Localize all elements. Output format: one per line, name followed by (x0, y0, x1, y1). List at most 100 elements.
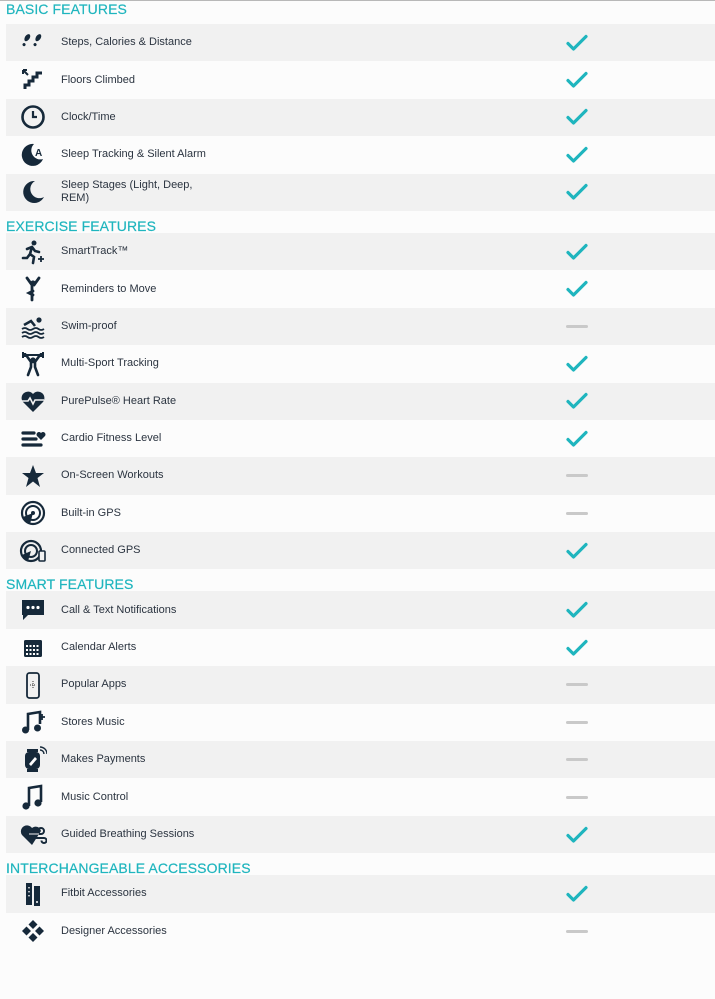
bands-icon (19, 880, 47, 908)
feature-label: Steps, Calories & Distance (61, 36, 192, 49)
feature-row: Call & Text Notifications (6, 591, 715, 629)
feature-row: Floors Climbed (6, 61, 715, 99)
feature-row: Multi-Sport Tracking (6, 345, 715, 383)
checkmark-icon (565, 242, 589, 262)
dash-icon (565, 712, 589, 732)
watch-payment-icon (19, 746, 47, 774)
feature-list: Call & Text Notifications Calendar Alerts… (6, 591, 715, 854)
weightlifter-icon (19, 350, 47, 378)
star-icon (19, 462, 47, 490)
feature-row: Makes Payments (6, 741, 715, 779)
checkmark-icon (565, 600, 589, 620)
feature-label: Makes Payments (61, 753, 146, 766)
feature-label: Popular Apps (61, 678, 127, 691)
feature-label: Fitbit Accessories (61, 887, 147, 900)
feature-row: Stores Music (6, 703, 715, 742)
feature-label: Stores Music (61, 715, 125, 728)
checkmark-icon (565, 70, 589, 90)
feature-label: PurePulse® Heart Rate (61, 394, 177, 407)
feature-label: Connected GPS (61, 544, 141, 557)
checkmark-icon (565, 145, 589, 165)
feature-label: Multi-Sport Tracking (61, 357, 159, 370)
dash-icon (565, 921, 589, 941)
feature-row: Cardio Fitness Level (6, 419, 715, 458)
feature-row: Built-in GPS (6, 494, 715, 533)
footsteps-icon (19, 29, 47, 57)
checkmark-icon (565, 541, 589, 561)
feature-label: Designer Accessories (61, 924, 167, 937)
person-stretch-icon (19, 275, 47, 303)
checkmark-icon (565, 33, 589, 53)
dash-icon (565, 466, 589, 486)
feature-label: Floors Climbed (61, 73, 135, 86)
checkmark-icon (565, 279, 589, 299)
section-title: INTERCHANGEABLE ACCESSORIES (6, 860, 251, 877)
feature-label: Guided Breathing Sessions (61, 828, 195, 840)
checkmark-icon (565, 354, 589, 374)
feature-list: SmartTrack™ Reminders to Move Swim-proof Mu… (6, 232, 715, 570)
stairs-icon (19, 66, 47, 94)
feature-label: On-Screen Workouts (61, 469, 164, 482)
feature-label: Reminders to Move (61, 282, 157, 295)
dash-icon (565, 787, 589, 807)
checkmark-icon (565, 107, 589, 127)
swimmer-icon (19, 312, 47, 340)
checkmark-icon (565, 182, 589, 202)
dash-icon (565, 503, 589, 523)
section-title: BASIC FEATURES (6, 1, 127, 17)
gps-phone-icon (19, 537, 47, 565)
section-title: SMART FEATURES (6, 576, 134, 593)
feature-label: Calendar Alerts (61, 641, 137, 654)
feature-label: Sleep Tracking & Silent Alarm (61, 148, 206, 161)
bars-heart-icon (19, 425, 47, 453)
moon-icon (19, 178, 47, 206)
music-note-icon (19, 783, 47, 811)
feature-row: Reminders to Move (6, 270, 715, 308)
feature-row: A Sleep Tracking & Silent Alarm (6, 136, 715, 174)
feature-list: Steps, Calories & Distance Floors Climbed… (6, 24, 715, 211)
feature-row: Steps, Calories & Distance (6, 24, 715, 62)
feature-row: Designer Accessories (6, 912, 715, 950)
feature-label: Call & Text Notifications (61, 603, 177, 616)
feature-row: Guided Breathing Sessions (6, 815, 715, 854)
section-title: EXERCISE FEATURES (6, 217, 157, 234)
feature-label: Clock/Time (61, 110, 116, 123)
checkmark-icon (565, 638, 589, 658)
music-plus-icon (19, 708, 47, 736)
calendar-icon (19, 634, 47, 662)
dash-icon (565, 750, 589, 770)
feature-row: SmartTrack™ (6, 232, 715, 271)
checkmark-icon (565, 825, 589, 845)
feature-label: Swim-proof (61, 319, 117, 332)
feature-row: Swim-proof (6, 307, 715, 346)
heart-pulse-icon (19, 387, 47, 415)
moon-alarm-icon: A (19, 141, 47, 169)
feature-list: Fitbit Accessories Designer Accessories (6, 875, 715, 950)
feature-row: Fitbit Accessories (6, 875, 715, 913)
feature-label: Sleep Stages (Light, Deep, REM) (61, 179, 193, 205)
phone-app-icon (19, 671, 47, 699)
diamond-icon (19, 917, 47, 945)
clock-icon (19, 103, 47, 131)
feature-label: Music Control (61, 790, 129, 803)
heart-wind-icon (19, 821, 47, 849)
checkmark-icon (565, 429, 589, 449)
feature-comparison-table: BASIC FEATURES Steps, Calories & Distance… (0, 1, 715, 950)
feature-row: On-Screen Workouts (6, 457, 715, 495)
svg-text:A: A (35, 148, 42, 159)
chat-bubble-icon (19, 596, 47, 624)
feature-label: Built-in GPS (61, 506, 121, 519)
feature-row: Sleep Stages (Light, Deep, REM) (6, 173, 715, 211)
feature-row: Clock/Time (6, 98, 715, 137)
gps-icon (19, 499, 47, 527)
feature-label: SmartTrack™ (61, 245, 129, 258)
dash-icon (565, 675, 589, 695)
feature-row: Popular Apps (6, 666, 715, 704)
dash-icon (565, 316, 589, 336)
feature-label: Cardio Fitness Level (61, 432, 162, 445)
runner-plus-icon (19, 238, 47, 266)
feature-row: Music Control (6, 778, 715, 816)
feature-row: Calendar Alerts (6, 628, 715, 667)
checkmark-icon (565, 391, 589, 411)
checkmark-icon (565, 884, 589, 904)
